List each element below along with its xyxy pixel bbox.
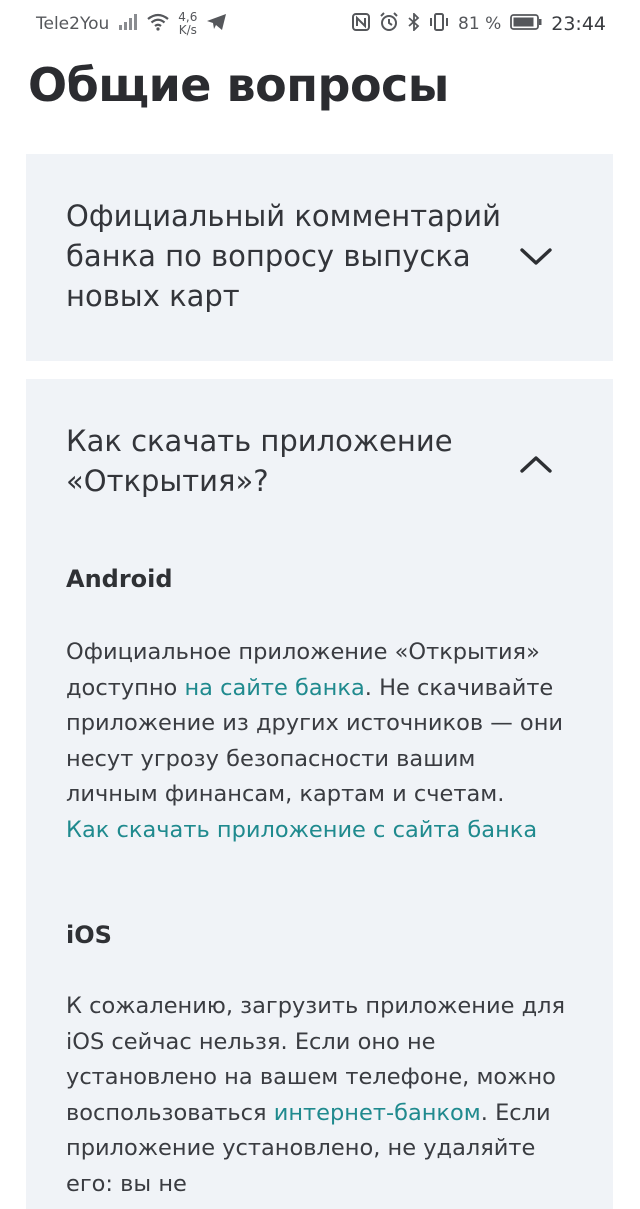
chevron-up-icon[interactable] [519,453,553,475]
vibrate-icon [429,12,449,36]
wifi-icon [147,13,169,36]
android-heading: Android [66,565,173,593]
battery-icon [510,13,542,35]
bluetooth-icon [408,11,420,36]
page-title: Общие вопросы [28,58,449,112]
status-bar-left: Tele2You 4,6 K/s [36,11,228,37]
ios-heading: iOS [66,921,112,949]
ios-paragraph: К сожалению, загрузить приложение для iO… [66,989,566,1202]
nfc-icon [352,12,371,36]
status-bar: Tele2You 4,6 K/s 81 % 23:44 [0,0,640,48]
faq-item-download-app[interactable]: Как скачать приложение «Открытия»? Andro… [26,379,613,1209]
status-bar-right: 81 % 23:44 [352,11,606,37]
telegram-icon [206,13,228,36]
faq-question: Как скачать приложение «Открытия»? [66,424,453,498]
internet-bank-link[interactable]: интернет-банком [274,1100,481,1126]
signal-icon [118,13,138,35]
network-speed-unit: K/s [178,23,197,37]
android-paragraph: Официальное приложение «Открытия» доступ… [66,635,566,848]
alarm-icon [379,11,399,37]
carrier-name: Tele2You [36,14,110,34]
bank-site-link[interactable]: на сайте банка [184,675,364,701]
faq-item-official-comment[interactable]: Официальный комментарий банка по вопросу… [26,154,613,361]
chevron-down-icon[interactable] [519,246,553,268]
network-speed: 4,6 K/s [178,11,197,37]
how-to-download-link[interactable]: Как скачать приложение с сайта банка [66,817,537,843]
battery-percent: 81 % [458,14,502,34]
faq-question: Официальный комментарий банка по вопросу… [66,199,501,313]
clock: 23:44 [551,13,606,35]
